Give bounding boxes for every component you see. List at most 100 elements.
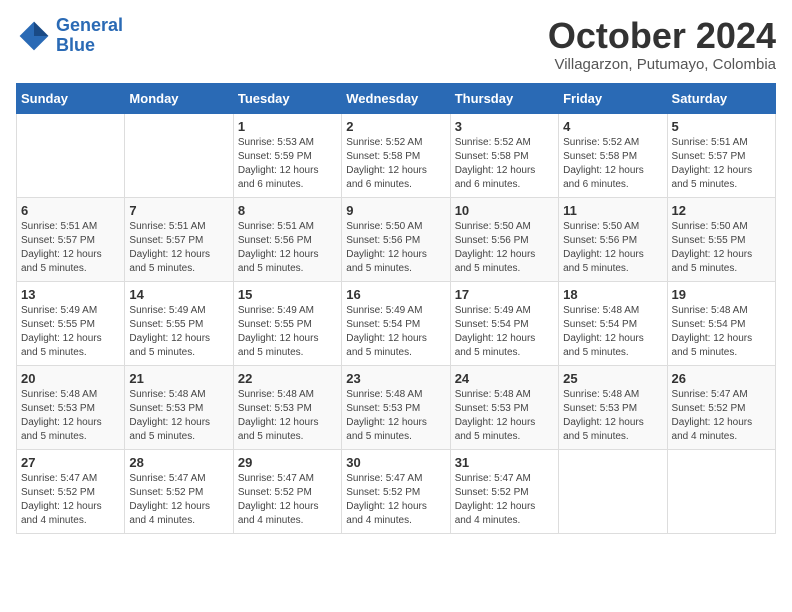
day-number: 25 bbox=[563, 371, 662, 386]
logo: General Blue bbox=[16, 16, 123, 56]
header-wednesday: Wednesday bbox=[342, 83, 450, 113]
day-info: Sunrise: 5:48 AM Sunset: 5:53 PM Dayligh… bbox=[129, 388, 228, 444]
calendar-cell: 18 Sunrise: 5:48 AM Sunset: 5:54 PM Dayli… bbox=[559, 281, 667, 365]
day-number: 11 bbox=[563, 203, 662, 218]
day-info: Sunrise: 5:51 AM Sunset: 5:57 PM Dayligh… bbox=[129, 220, 228, 276]
day-info: Sunrise: 5:48 AM Sunset: 5:54 PM Dayligh… bbox=[672, 304, 771, 360]
calendar-week-row: 13 Sunrise: 5:49 AM Sunset: 5:55 PM Dayli… bbox=[17, 281, 776, 365]
day-number: 20 bbox=[21, 371, 120, 386]
day-info: Sunrise: 5:47 AM Sunset: 5:52 PM Dayligh… bbox=[455, 472, 554, 528]
calendar-cell: 4 Sunrise: 5:52 AM Sunset: 5:58 PM Daylig… bbox=[559, 113, 667, 197]
day-number: 13 bbox=[21, 287, 120, 302]
calendar-cell: 23 Sunrise: 5:48 AM Sunset: 5:53 PM Dayli… bbox=[342, 365, 450, 449]
location-subtitle: Villagarzon, Putumayo, Colombia bbox=[548, 56, 776, 73]
month-title: October 2024 bbox=[548, 16, 776, 56]
calendar-week-row: 1 Sunrise: 5:53 AM Sunset: 5:59 PM Daylig… bbox=[17, 113, 776, 197]
calendar-week-row: 27 Sunrise: 5:47 AM Sunset: 5:52 PM Dayli… bbox=[17, 449, 776, 533]
header-thursday: Thursday bbox=[450, 83, 558, 113]
day-info: Sunrise: 5:50 AM Sunset: 5:56 PM Dayligh… bbox=[563, 220, 662, 276]
day-info: Sunrise: 5:48 AM Sunset: 5:53 PM Dayligh… bbox=[455, 388, 554, 444]
day-number: 12 bbox=[672, 203, 771, 218]
day-info: Sunrise: 5:53 AM Sunset: 5:59 PM Dayligh… bbox=[238, 136, 337, 192]
calendar-cell bbox=[559, 449, 667, 533]
day-info: Sunrise: 5:49 AM Sunset: 5:55 PM Dayligh… bbox=[129, 304, 228, 360]
calendar-cell bbox=[17, 113, 125, 197]
logo-icon bbox=[16, 18, 52, 54]
calendar-cell: 29 Sunrise: 5:47 AM Sunset: 5:52 PM Dayli… bbox=[233, 449, 341, 533]
day-info: Sunrise: 5:52 AM Sunset: 5:58 PM Dayligh… bbox=[346, 136, 445, 192]
day-info: Sunrise: 5:52 AM Sunset: 5:58 PM Dayligh… bbox=[563, 136, 662, 192]
calendar-cell: 2Sunrise: 5:52 AM Sunset: 5:58 PM Daylig… bbox=[342, 113, 450, 197]
day-number: 6 bbox=[21, 203, 120, 218]
header-tuesday: Tuesday bbox=[233, 83, 341, 113]
day-info: Sunrise: 5:47 AM Sunset: 5:52 PM Dayligh… bbox=[346, 472, 445, 528]
day-info: Sunrise: 5:49 AM Sunset: 5:54 PM Dayligh… bbox=[346, 304, 445, 360]
day-info: Sunrise: 5:50 AM Sunset: 5:56 PM Dayligh… bbox=[455, 220, 554, 276]
calendar-cell bbox=[667, 449, 775, 533]
calendar-cell: 8Sunrise: 5:51 AM Sunset: 5:56 PM Daylig… bbox=[233, 197, 341, 281]
day-number: 16 bbox=[346, 287, 445, 302]
day-info: Sunrise: 5:50 AM Sunset: 5:55 PM Dayligh… bbox=[672, 220, 771, 276]
calendar-cell: 30 Sunrise: 5:47 AM Sunset: 5:52 PM Dayli… bbox=[342, 449, 450, 533]
day-number: 30 bbox=[346, 455, 445, 470]
day-number: 10 bbox=[455, 203, 554, 218]
calendar-cell: 31 Sunrise: 5:47 AM Sunset: 5:52 PM Dayli… bbox=[450, 449, 558, 533]
day-info: Sunrise: 5:49 AM Sunset: 5:55 PM Dayligh… bbox=[238, 304, 337, 360]
day-number: 23 bbox=[346, 371, 445, 386]
day-info: Sunrise: 5:52 AM Sunset: 5:58 PM Dayligh… bbox=[455, 136, 554, 192]
day-number: 1 bbox=[238, 119, 337, 134]
logo-line1: General bbox=[56, 15, 123, 35]
day-info: Sunrise: 5:48 AM Sunset: 5:53 PM Dayligh… bbox=[563, 388, 662, 444]
day-number: 4 bbox=[563, 119, 662, 134]
calendar-cell: 7Sunrise: 5:51 AM Sunset: 5:57 PM Daylig… bbox=[125, 197, 233, 281]
day-number: 27 bbox=[21, 455, 120, 470]
day-number: 29 bbox=[238, 455, 337, 470]
day-number: 21 bbox=[129, 371, 228, 386]
page-header: General Blue October 2024 Villagarzon, P… bbox=[16, 16, 776, 73]
calendar-cell: 22 Sunrise: 5:48 AM Sunset: 5:53 PM Dayli… bbox=[233, 365, 341, 449]
day-number: 17 bbox=[455, 287, 554, 302]
day-info: Sunrise: 5:50 AM Sunset: 5:56 PM Dayligh… bbox=[346, 220, 445, 276]
calendar-cell: 6Sunrise: 5:51 AM Sunset: 5:57 PM Daylig… bbox=[17, 197, 125, 281]
calendar-cell: 19Sunrise: 5:48 AM Sunset: 5:54 PM Dayli… bbox=[667, 281, 775, 365]
calendar-cell: 17 Sunrise: 5:49 AM Sunset: 5:54 PM Dayli… bbox=[450, 281, 558, 365]
calendar-cell bbox=[125, 113, 233, 197]
day-number: 3 bbox=[455, 119, 554, 134]
calendar-week-row: 6 Sunrise: 5:51 AM Sunset: 5:57 PM Daylig… bbox=[17, 197, 776, 281]
calendar-cell: 13 Sunrise: 5:49 AM Sunset: 5:55 PM Dayli… bbox=[17, 281, 125, 365]
day-number: 8 bbox=[238, 203, 337, 218]
day-info: Sunrise: 5:51 AM Sunset: 5:57 PM Dayligh… bbox=[672, 136, 771, 192]
calendar-cell: 15 Sunrise: 5:49 AM Sunset: 5:55 PM Dayli… bbox=[233, 281, 341, 365]
day-number: 5 bbox=[672, 119, 771, 134]
day-number: 9 bbox=[346, 203, 445, 218]
calendar-cell: 3 Sunrise: 5:52 AM Sunset: 5:58 PM Daylig… bbox=[450, 113, 558, 197]
day-number: 18 bbox=[563, 287, 662, 302]
calendar-header-row: SundayMondayTuesdayWednesdayThursdayFrid… bbox=[17, 83, 776, 113]
day-info: Sunrise: 5:49 AM Sunset: 5:55 PM Dayligh… bbox=[21, 304, 120, 360]
day-info: Sunrise: 5:48 AM Sunset: 5:53 PM Dayligh… bbox=[346, 388, 445, 444]
calendar-week-row: 20 Sunrise: 5:48 AM Sunset: 5:53 PM Dayli… bbox=[17, 365, 776, 449]
calendar-table: SundayMondayTuesdayWednesdayThursdayFrid… bbox=[16, 83, 776, 534]
day-info: Sunrise: 5:49 AM Sunset: 5:54 PM Dayligh… bbox=[455, 304, 554, 360]
calendar-cell: 25 Sunrise: 5:48 AM Sunset: 5:53 PM Dayli… bbox=[559, 365, 667, 449]
day-info: Sunrise: 5:47 AM Sunset: 5:52 PM Dayligh… bbox=[129, 472, 228, 528]
day-number: 31 bbox=[455, 455, 554, 470]
calendar-cell: 12 Sunrise: 5:50 AM Sunset: 5:55 PM Dayli… bbox=[667, 197, 775, 281]
calendar-cell: 21 Sunrise: 5:48 AM Sunset: 5:53 PM Dayli… bbox=[125, 365, 233, 449]
calendar-cell: 10 Sunrise: 5:50 AM Sunset: 5:56 PM Dayli… bbox=[450, 197, 558, 281]
day-info: Sunrise: 5:48 AM Sunset: 5:54 PM Dayligh… bbox=[563, 304, 662, 360]
calendar-cell: 24 Sunrise: 5:48 AM Sunset: 5:53 PM Dayli… bbox=[450, 365, 558, 449]
day-number: 22 bbox=[238, 371, 337, 386]
day-info: Sunrise: 5:47 AM Sunset: 5:52 PM Dayligh… bbox=[238, 472, 337, 528]
calendar-cell: 26Sunrise: 5:47 AM Sunset: 5:52 PM Dayli… bbox=[667, 365, 775, 449]
calendar-cell: 9 Sunrise: 5:50 AM Sunset: 5:56 PM Daylig… bbox=[342, 197, 450, 281]
logo-text: General Blue bbox=[56, 16, 123, 56]
day-number: 24 bbox=[455, 371, 554, 386]
day-number: 15 bbox=[238, 287, 337, 302]
calendar-cell: 28 Sunrise: 5:47 AM Sunset: 5:52 PM Dayli… bbox=[125, 449, 233, 533]
day-number: 28 bbox=[129, 455, 228, 470]
day-info: Sunrise: 5:48 AM Sunset: 5:53 PM Dayligh… bbox=[238, 388, 337, 444]
header-friday: Friday bbox=[559, 83, 667, 113]
day-info: Sunrise: 5:47 AM Sunset: 5:52 PM Dayligh… bbox=[21, 472, 120, 528]
calendar-cell: 14Sunrise: 5:49 AM Sunset: 5:55 PM Dayli… bbox=[125, 281, 233, 365]
